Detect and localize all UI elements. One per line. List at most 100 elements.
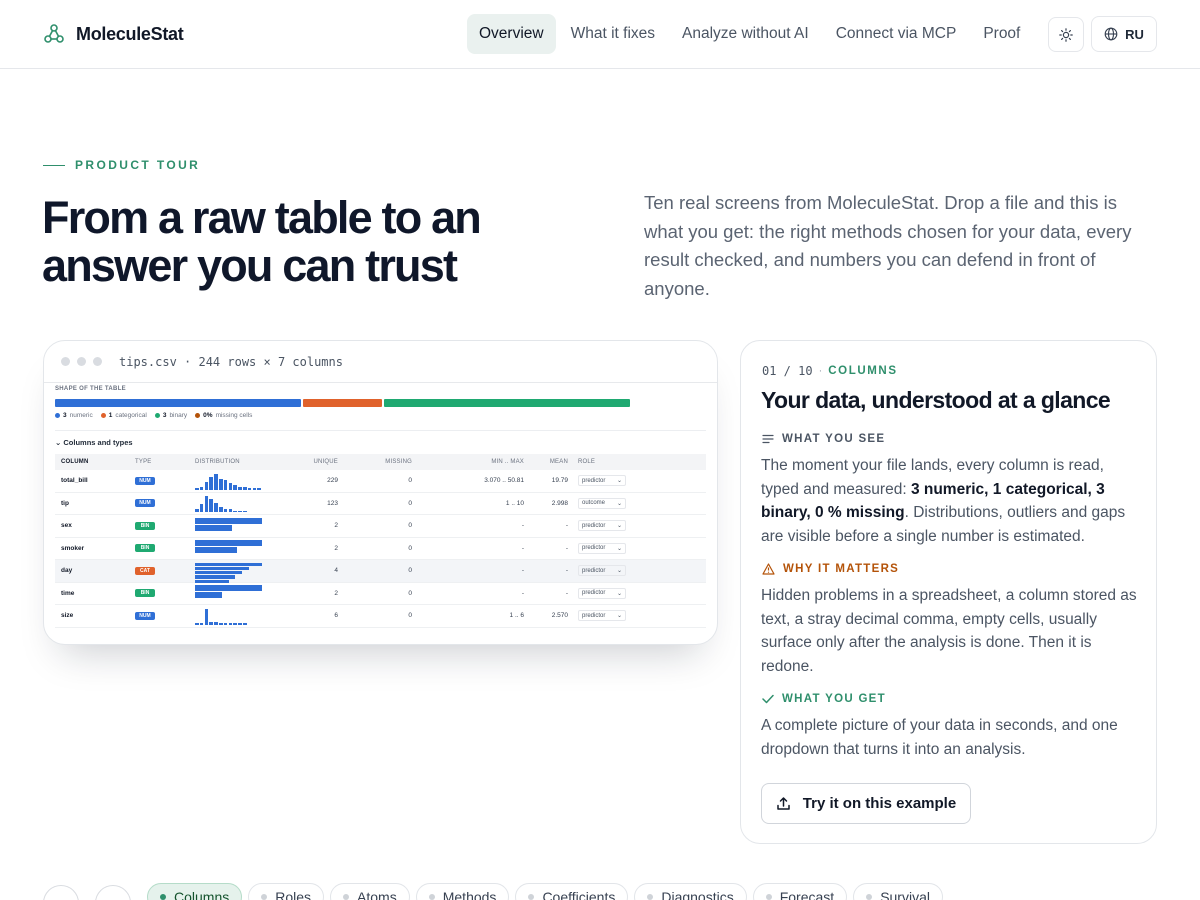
window-dot-icon [61, 357, 70, 366]
role-select[interactable]: predictor ⌄ [578, 610, 626, 622]
window-titlebar: tips.csv · 244 rows × 7 columns [44, 341, 717, 383]
cell-unique: 123 [327, 499, 338, 507]
frequency-bar [195, 524, 232, 531]
cell-unique: 229 [327, 477, 338, 485]
chevron-down-icon: ⌄ [616, 590, 622, 597]
tour-tab-survival[interactable]: Survival [853, 883, 943, 900]
cell-range: - [521, 522, 524, 530]
tour-tab-columns[interactable]: Columns [147, 883, 243, 900]
cell-range: 1 .. 10 [505, 499, 524, 507]
legend-dot-icon [154, 413, 160, 418]
tab-label: Forecast [779, 889, 835, 900]
cell-missing: 0 [408, 499, 412, 507]
tour-tab-list: Columns Roles Atoms Methods Coefficients Diag… [147, 883, 943, 900]
next-step-button[interactable] [95, 885, 131, 900]
tour-tab-methods[interactable]: Methods [415, 883, 510, 900]
histogram-bar [233, 484, 237, 490]
header-range: MIN .. MAX [491, 459, 524, 465]
role-select[interactable]: predictor ⌄ [578, 565, 626, 577]
frequency-bar [195, 566, 249, 571]
table-row: total_bill NUM 229 0 3.070 .. 50.81 19.79 pred… [55, 470, 706, 493]
brand[interactable]: MoleculeStat [43, 21, 184, 47]
eyebrow-rule [43, 164, 65, 166]
header-missing: MISSING [385, 459, 412, 465]
cell-distribution [195, 494, 295, 513]
histogram-bar [247, 488, 252, 490]
nav-link-overview[interactable]: Overview [467, 14, 556, 54]
tour-tab-atoms[interactable]: Atoms [330, 883, 410, 900]
tab-dot-icon [647, 894, 654, 900]
cell-mean: 2.998 [551, 499, 568, 507]
brand-name: MoleculeStat [76, 23, 184, 44]
what-you-get-label: WHAT YOU GET [762, 693, 886, 705]
histogram-bar [257, 488, 261, 490]
cell-role: predictor ⌄ [568, 475, 658, 487]
cell-mean: 2.570 [551, 612, 568, 620]
nav-link-connect-via-mcp[interactable]: Connect via MCP [824, 14, 969, 54]
shape-segment [384, 399, 630, 407]
prev-step-button[interactable] [43, 885, 79, 900]
legend-dot-icon [55, 413, 60, 418]
nav-link-proof[interactable]: Proof [971, 14, 1032, 54]
histogram-bar [199, 623, 204, 625]
tab-label: Atoms [357, 889, 397, 900]
step-title: Your data, understood at a glance [761, 387, 1111, 413]
frequency-bar [195, 575, 236, 579]
histogram-bar [209, 499, 213, 513]
tab-dot-icon [261, 894, 268, 900]
theme-toggle-button[interactable] [1048, 17, 1084, 52]
tour-tab-diagnostics[interactable]: Diagnostics [634, 883, 747, 900]
eyebrow-text: PRODUCT TOUR [75, 158, 201, 172]
what-you-get-text: A complete picture of your data in secon… [761, 717, 1118, 758]
globe-icon [1104, 27, 1118, 41]
tab-label: Methods [442, 889, 497, 900]
cell-unique: 2 [334, 589, 338, 597]
role-select[interactable]: outcome ⌄ [578, 497, 626, 509]
try-example-button[interactable]: Try it on this example [761, 783, 971, 824]
step-name: COLUMNS [828, 365, 898, 377]
cell-range: 3.070 .. 50.81 [484, 477, 524, 485]
histogram-bar [228, 623, 233, 625]
cell-type: BIN [135, 589, 195, 598]
divider [55, 430, 706, 431]
histogram-bar [195, 488, 199, 490]
tab-dot-icon [160, 894, 166, 900]
step-separator: · [818, 365, 823, 377]
frequency-bar [195, 540, 262, 547]
tour-tab-forecast[interactable]: Forecast [752, 883, 848, 900]
role-select[interactable]: predictor ⌄ [578, 475, 626, 487]
chevron-down-icon: ⌄ [616, 613, 622, 620]
language-switch-button[interactable]: RU [1091, 16, 1157, 52]
chevron-down-icon: ⌄ [616, 568, 622, 575]
histogram-bar [219, 507, 223, 513]
chevron-down-icon: ⌄ [616, 523, 622, 530]
shape-segment [55, 399, 301, 407]
tab-label: Coefficients [542, 889, 616, 900]
shape-bar [55, 399, 630, 407]
histogram-bar [223, 509, 228, 513]
tab-label: Roles [275, 889, 312, 900]
window-dot-icon [77, 357, 86, 366]
cell-name: time [61, 589, 75, 597]
role-select[interactable]: predictor ⌄ [578, 542, 626, 554]
table-row: smoker BIN 2 0 - - predictor ⌄ [55, 538, 706, 560]
role-select[interactable]: predictor ⌄ [578, 587, 626, 599]
language-label: RU [1125, 26, 1144, 42]
nav-link-what-it-fixes[interactable]: What it fixes [559, 14, 667, 54]
shape-segment [302, 399, 383, 407]
tab-label: Diagnostics [661, 889, 734, 900]
hero-description: Ten real screens from MoleculeStat. Drop… [644, 192, 1132, 299]
columns-section-title[interactable]: ⌄ Columns and types [55, 438, 133, 447]
frequency-bar [195, 547, 237, 554]
cell-missing: 0 [408, 522, 412, 530]
cell-name: size [61, 612, 74, 620]
table-row: sex BIN 2 0 - - predictor ⌄ [55, 515, 706, 538]
role-select[interactable]: predictor ⌄ [578, 520, 626, 532]
frequency-bar [195, 579, 229, 583]
tour-tab-coefficients[interactable]: Coefficients [515, 883, 629, 900]
cell-unique: 6 [334, 612, 338, 620]
nav-link-analyze-without-ai[interactable]: Analyze without AI [670, 14, 821, 54]
tour-tab-roles[interactable]: Roles [248, 883, 325, 900]
cell-mean: 19.79 [551, 477, 568, 485]
cell-distribution [195, 539, 295, 557]
